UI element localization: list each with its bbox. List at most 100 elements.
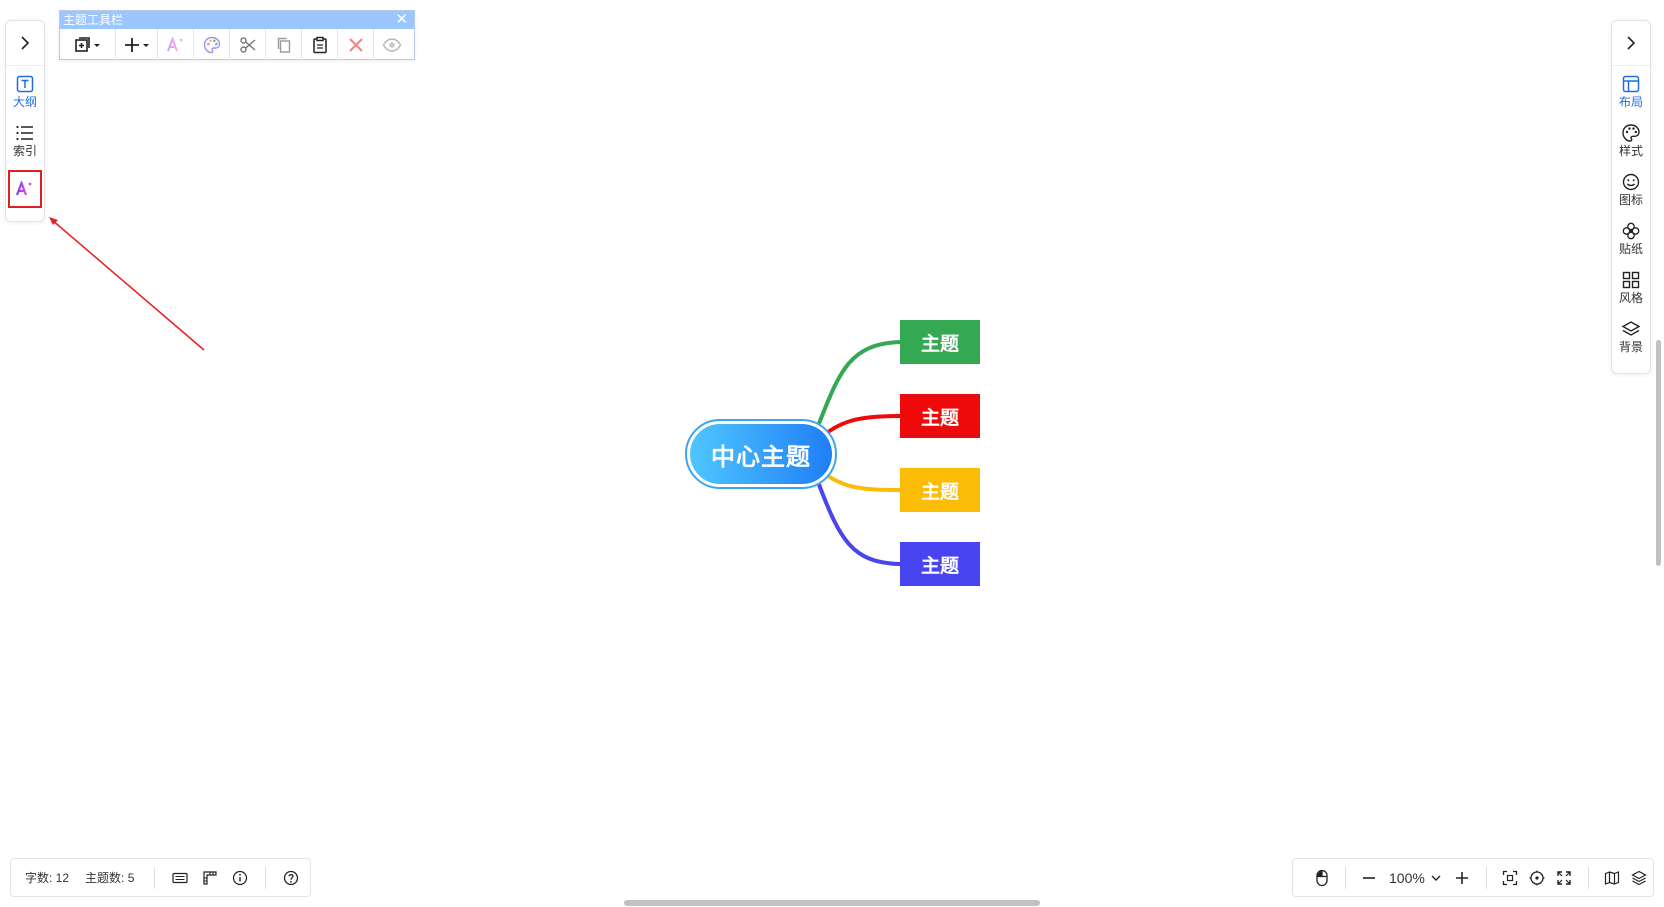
palette-icon	[1622, 124, 1640, 142]
locate-center-button[interactable]	[1527, 866, 1548, 890]
sidebar-item-stickers[interactable]: 贴纸	[1612, 213, 1650, 262]
sidebar-item-index[interactable]: 索引	[6, 115, 44, 164]
left-sidebar-expand-button[interactable]	[6, 21, 44, 66]
info-icon	[233, 870, 248, 885]
layers-icon	[1631, 870, 1648, 885]
sidebar-item-label: 背景	[1618, 340, 1643, 354]
center-topic-label: 中心主题	[690, 424, 832, 484]
zoom-level-value: 100%	[1389, 869, 1425, 886]
sidebar-item-outline[interactable]: 大纲	[6, 66, 44, 115]
toolbar-title: 主题工具栏	[63, 13, 124, 27]
map-icon	[1605, 870, 1620, 885]
sidebar-item-label: 图标	[1618, 193, 1643, 207]
ruler-icon	[203, 870, 217, 885]
sidebar-item-label: 贴纸	[1618, 242, 1643, 256]
sidebar-item-label: 布局	[1618, 95, 1643, 109]
sidebar-item-layout[interactable]: 布局	[1612, 66, 1650, 115]
sidebar-item-label: 样式	[1618, 144, 1643, 158]
scissors-icon	[239, 36, 255, 53]
center-topic-node[interactable]: 中心主题	[685, 419, 837, 489]
divider	[1345, 866, 1346, 889]
minus-icon	[1363, 876, 1376, 879]
layers-icon	[1621, 321, 1641, 336]
palette-icon	[203, 36, 220, 53]
sidebar-item-label: 大纲	[12, 95, 37, 109]
word-count: 字数: 12	[25, 871, 70, 885]
eye-icon	[382, 37, 402, 52]
help-button[interactable]	[280, 867, 302, 889]
branch-line-1	[816, 340, 901, 427]
add-child-icon	[74, 36, 100, 52]
topic-count: 主题数: 5	[85, 871, 135, 885]
topic-node-4[interactable]: 主题	[900, 542, 980, 586]
left-sidebar: 大纲 索引	[5, 20, 45, 222]
target-icon	[1529, 870, 1545, 885]
plus-icon	[1456, 871, 1469, 884]
clipboard-icon	[312, 36, 327, 53]
sidebar-item-background[interactable]: 背景	[1612, 311, 1650, 360]
chevron-right-icon	[21, 36, 30, 50]
fullscreen-button[interactable]	[1554, 866, 1575, 890]
delete-button[interactable]	[338, 29, 374, 60]
help-icon	[284, 870, 299, 885]
horizontal-scrollbar[interactable]	[624, 900, 1040, 906]
sidebar-item-icons[interactable]: 图标	[1612, 164, 1650, 213]
cut-button[interactable]	[230, 29, 266, 60]
topic-node-1[interactable]: 主题	[900, 320, 980, 364]
info-button[interactable]	[229, 867, 251, 889]
sidebar-item-label: 风格	[1618, 291, 1643, 305]
keyboard-shortcuts-button[interactable]	[169, 867, 191, 889]
zoom-out-button[interactable]	[1359, 866, 1380, 890]
divider	[265, 866, 267, 889]
zoom-level-select[interactable]: 100%	[1383, 870, 1449, 886]
fullscreen-icon	[1557, 870, 1572, 885]
right-sidebar: 布局 样式 图标 贴纸 风格 背景	[1611, 20, 1651, 374]
sidebar-item-ai[interactable]	[8, 170, 42, 208]
sidebar-item-theme[interactable]: 风格	[1612, 262, 1650, 311]
grid-icon	[1622, 271, 1640, 289]
keyboard-icon	[172, 872, 188, 883]
style-palette-button[interactable]	[194, 29, 230, 60]
divider	[1587, 866, 1589, 889]
sidebar-item-style[interactable]: 样式	[1612, 115, 1650, 164]
add-node-button[interactable]	[116, 29, 158, 60]
right-sidebar-expand-button[interactable]	[1612, 21, 1650, 66]
flower-icon	[1622, 222, 1640, 240]
sidebar-item-label: 索引	[12, 144, 37, 158]
add-child-topic-button[interactable]	[60, 29, 116, 60]
ai-generate-button[interactable]	[158, 29, 194, 60]
zoom-bar: 100%	[1292, 858, 1654, 897]
chevron-right-icon	[1627, 36, 1636, 50]
divider	[154, 866, 156, 889]
plus-dropdown-icon	[124, 37, 149, 52]
ruler-button[interactable]	[199, 867, 221, 889]
divider	[1485, 866, 1487, 889]
smile-icon	[1622, 173, 1640, 191]
copy-button[interactable]	[266, 29, 302, 60]
status-bar: 字数: 12 主题数: 5	[10, 858, 311, 897]
annotation-arrow	[51, 219, 205, 351]
layout-icon	[1622, 75, 1640, 93]
toolbar-title-bar[interactable]: 主题工具栏 ✕	[60, 11, 414, 29]
toolbar-close-button[interactable]: ✕	[395, 12, 408, 28]
mouse-icon	[1315, 869, 1328, 886]
layers-button[interactable]	[1629, 866, 1650, 890]
branch-line-4	[816, 481, 901, 566]
topic-toolbar: 主题工具栏 ✕	[59, 10, 415, 60]
pan-mode-button[interactable]	[1311, 866, 1332, 890]
paste-button[interactable]	[302, 29, 338, 60]
zoom-in-button[interactable]	[1452, 866, 1473, 890]
topic-node-2[interactable]: 主题	[900, 394, 980, 438]
preview-button[interactable]	[374, 29, 410, 60]
vertical-scrollbar[interactable]	[1656, 340, 1661, 566]
fit-canvas-button[interactable]	[1500, 866, 1521, 890]
chevron-down-icon	[1431, 875, 1441, 881]
list-icon	[16, 125, 33, 141]
delete-x-icon	[348, 37, 363, 52]
fit-screen-icon	[1503, 870, 1518, 885]
outline-icon	[16, 75, 34, 93]
topic-node-3[interactable]: 主题	[900, 468, 980, 512]
copy-icon	[277, 37, 290, 53]
minimap-button[interactable]	[1602, 866, 1623, 890]
ai-icon	[166, 36, 182, 51]
